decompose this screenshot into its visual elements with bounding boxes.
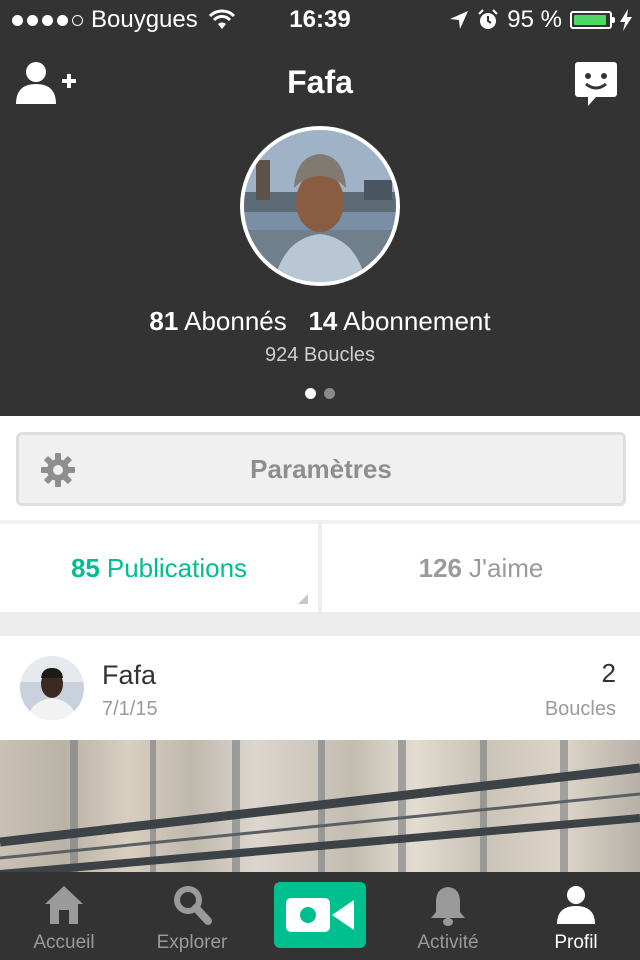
following-count: 14 (308, 306, 338, 336)
tabbar-label-home: Accueil (33, 932, 95, 953)
status-bar: Bouygues 16:39 95 % (0, 0, 640, 40)
followers-stat[interactable]: 81 Abonnés (149, 306, 286, 336)
post-author-photo (20, 656, 84, 720)
followers-label: Abonnés (184, 306, 287, 336)
tabbar-label-activity: Activité (417, 932, 479, 953)
post-author-avatar[interactable] (20, 656, 84, 720)
home-icon (45, 886, 83, 924)
tabbar-item-profile[interactable]: Profil (512, 872, 640, 960)
page-dot-active (305, 388, 316, 399)
post-author-name[interactable]: Fafa (102, 660, 156, 691)
follow-stats: 81 Abonnés 14 Abonnement (0, 306, 640, 337)
alarm-icon (478, 9, 499, 29)
likes-count: 126 (418, 552, 463, 583)
tabbar-label-profile: Profil (554, 932, 598, 953)
chat-smiley-icon (575, 62, 617, 106)
bottom-tab-bar: Accueil Explorer Activité Profil (0, 872, 640, 960)
location-arrow-icon (450, 11, 469, 29)
tabbar-item-explore[interactable]: Explorer (128, 872, 256, 960)
post-date: 7/1/15 (102, 698, 158, 720)
following-stat[interactable]: 14 Abonnement (308, 306, 490, 336)
following-label: Abonnement (343, 306, 491, 336)
settings-label: Paramètres (250, 453, 392, 484)
settings-button[interactable]: Paramètres (16, 432, 626, 506)
publications-label: Publications (106, 552, 248, 583)
post-loops-label: Boucles (544, 698, 616, 720)
record-video-button[interactable] (274, 882, 366, 948)
likes-label: J'aime (469, 552, 544, 583)
tabbar-label-explore: Explorer (156, 932, 228, 953)
tab-publications[interactable]: 85 Publications (0, 520, 318, 612)
status-right: 95 % (449, 6, 632, 34)
publications-count: 85 (70, 552, 100, 583)
tabbar-item-home[interactable]: Accueil (0, 872, 128, 960)
gear-icon (41, 453, 75, 487)
battery-icon (570, 11, 615, 29)
post-loops-count: 2 (601, 658, 616, 688)
profile-title: Fafa (287, 64, 353, 100)
page-dot (324, 388, 335, 399)
header-page-indicator[interactable] (0, 388, 640, 399)
settings-section: Paramètres (0, 416, 640, 520)
tab-likes[interactable]: 126 J'aime (322, 520, 640, 612)
profile-avatar[interactable] (240, 126, 400, 286)
post-video[interactable] (0, 740, 640, 874)
messages-button[interactable] (574, 60, 638, 114)
bell-icon (431, 887, 465, 926)
post-header: Fafa 7/1/15 2 Boucles (0, 636, 640, 740)
tabbar-item-activity[interactable]: Activité (384, 872, 512, 960)
search-icon (174, 886, 212, 925)
video-frame (0, 740, 640, 874)
charging-bolt-icon (620, 9, 632, 31)
profile-photo (244, 130, 396, 282)
video-camera-icon (286, 898, 354, 932)
followers-count: 81 (149, 306, 179, 336)
loops-total: 924 Boucles (264, 344, 376, 366)
battery-percent: 95 % (507, 6, 562, 33)
profile-header: Fafa 81 Abonnés 14 Abonnement 924 Boucle… (0, 40, 640, 416)
profile-tabs: 85 Publications 126 J'aime (0, 520, 640, 612)
tab-selected-indicator (298, 594, 308, 604)
profile-icon (557, 886, 595, 924)
